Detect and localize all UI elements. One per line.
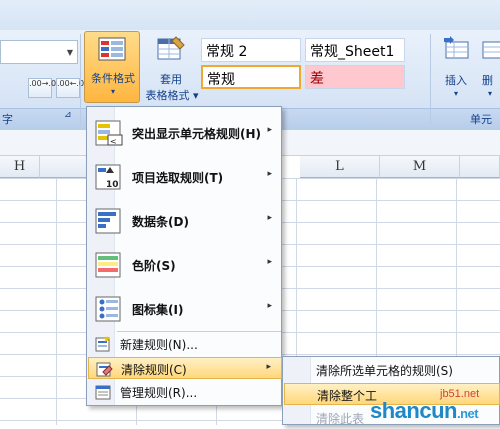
menu-item-clear-rules[interactable]: 清除规则(C) ▸ <box>88 357 282 379</box>
menu-item-icon-sets[interactable]: 图标集(I) ▸ <box>88 287 282 331</box>
column-header-m[interactable]: M <box>380 156 460 178</box>
column-header-n[interactable] <box>460 156 500 178</box>
font-group-label: 字 <box>2 113 13 126</box>
decrease-decimal-button[interactable]: .00←.0 <box>56 78 84 98</box>
cell-style-normal-sheet1[interactable]: 常规_Sheet1 <box>305 38 405 62</box>
chevron-down-icon: ▾ <box>453 89 458 98</box>
submenu-item-label: 清除整个工 <box>317 389 378 403</box>
format-as-table-button[interactable]: 套用 表格格式 ▾ <box>144 33 199 103</box>
submenu-arrow-icon: ▸ <box>267 169 272 179</box>
insert-button[interactable]: 插入 ▾ <box>436 34 476 102</box>
title-strip <box>0 0 500 30</box>
watermark-brand: shancun.net <box>370 398 479 423</box>
menu-item-label: 新建规则(N)... <box>120 338 198 352</box>
manage-rules-icon <box>95 385 111 400</box>
group-separator <box>430 34 431 124</box>
submenu-arrow-icon: ▸ <box>267 257 272 267</box>
submenu-item-label: 清除此表 <box>316 412 365 426</box>
menu-item-label: 色阶(S) <box>132 259 176 273</box>
submenu-arrow-icon: ▸ <box>267 213 272 223</box>
menu-item-highlight-cells[interactable]: < 突出显示单元格规则(H) ▸ <box>88 111 282 155</box>
highlight-cells-icon: < <box>95 120 123 146</box>
conditional-formatting-menu: < 突出显示单元格规则(H) ▸ 10 项目选取规则(T) ▸ 数据条(D) ▸ <box>86 106 282 406</box>
delete-button[interactable]: 删 ▾ <box>478 34 500 102</box>
menu-item-label: 管理规则(R)... <box>120 386 198 400</box>
delete-cells-icon <box>482 41 500 59</box>
conditional-formatting-icon <box>98 37 126 61</box>
cells-group-label: 单元 <box>470 113 492 126</box>
clear-rules-icon <box>96 362 113 377</box>
conditional-formatting-label: 条件格式 <box>91 72 135 85</box>
top-bottom-icon: 10 <box>95 164 121 190</box>
cell-style-bad[interactable]: 差 <box>305 65 405 89</box>
font-size-dropdown[interactable]: ▼ <box>0 40 78 64</box>
data-bars-icon <box>95 208 121 234</box>
format-as-table-icon <box>157 36 185 60</box>
chevron-down-icon: ▾ <box>488 89 493 98</box>
format-as-table-label-1: 套用 <box>160 73 182 86</box>
chevron-down-icon: ▼ <box>66 48 73 57</box>
insert-label: 插入 <box>445 74 467 87</box>
menu-item-label: 图标集(I) <box>132 303 184 317</box>
menu-item-label: 清除规则(C) <box>121 363 187 377</box>
menu-item-label: 项目选取规则(T) <box>132 171 224 185</box>
icon-sets-icon <box>95 296 121 322</box>
svg-text:<: < <box>110 137 117 146</box>
menu-item-color-scales[interactable]: 色阶(S) ▸ <box>88 243 282 287</box>
new-rule-icon <box>95 336 110 352</box>
svg-text:10: 10 <box>106 180 119 190</box>
menu-item-top-bottom[interactable]: 10 项目选取规则(T) ▸ <box>88 155 282 199</box>
submenu-arrow-icon: ▸ <box>267 125 272 135</box>
menu-item-label: 突出显示单元格规则(H) <box>132 127 262 141</box>
menu-item-manage-rules[interactable]: 管理规则(R)... <box>88 381 282 403</box>
submenu-item-clear-selected[interactable]: 清除所选单元格的规则(S) <box>284 359 500 381</box>
conditional-formatting-button[interactable]: 条件格式 ▾ <box>84 31 140 103</box>
menu-item-label: 数据条(D) <box>132 215 189 229</box>
column-header-l[interactable]: L <box>300 156 380 178</box>
submenu-arrow-icon: ▸ <box>267 301 272 311</box>
insert-cells-icon <box>444 36 469 59</box>
cell-style-normal[interactable]: 常规 <box>201 65 301 89</box>
chevron-down-icon: ▾ <box>110 87 115 96</box>
increase-decimal-button[interactable]: .00→.0 <box>28 78 56 98</box>
submenu-arrow-icon: ▸ <box>266 362 271 372</box>
format-as-table-label-2: 表格格式 ▾ <box>145 89 199 102</box>
delete-label: 删 <box>482 74 493 87</box>
menu-item-data-bars[interactable]: 数据条(D) ▸ <box>88 199 282 243</box>
color-scales-icon <box>95 252 121 278</box>
cell-style-normal-2[interactable]: 常规 2 <box>201 38 301 62</box>
group-separator <box>80 34 81 124</box>
dialog-launcher-icon[interactable]: ⊿ <box>64 110 72 120</box>
submenu-item-label: 清除所选单元格的规则(S) <box>316 364 453 378</box>
menu-separator <box>117 331 281 332</box>
menu-item-new-rule[interactable]: 新建规则(N)... <box>88 333 282 355</box>
column-header-h[interactable]: H <box>0 156 40 178</box>
